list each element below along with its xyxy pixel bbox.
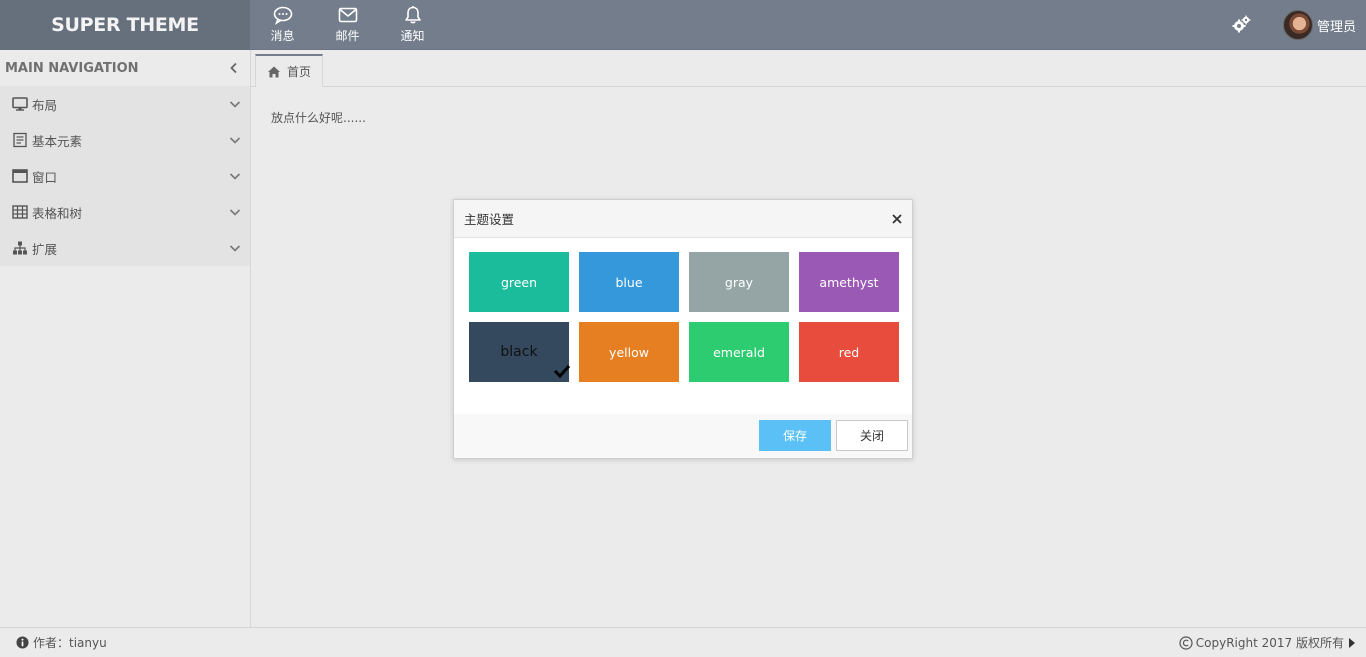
chevron-down-icon <box>229 137 241 144</box>
nav-mail-label: 邮件 <box>335 29 360 43</box>
chevron-left-icon[interactable] <box>228 62 240 74</box>
chevron-down-icon <box>229 245 241 252</box>
sidebar-item-extensions[interactable]: 扩展 <box>0 230 250 266</box>
chevron-down-icon <box>229 209 241 216</box>
top-nav: 消息 邮件 通知 <box>250 0 445 50</box>
theme-label: yellow <box>609 344 649 360</box>
user-name: 管理员 <box>1316 19 1356 35</box>
table-icon <box>12 205 28 219</box>
sidebar-item-label: 扩展 <box>32 241 58 257</box>
user-menu[interactable]: 管理员 <box>1282 10 1356 40</box>
sidebar: MAIN NAVIGATION 布局 基本元素 窗口 表格和树 扩展 <box>0 50 251 628</box>
close-button[interactable]: 关闭 <box>836 420 908 451</box>
sitemap-icon <box>13 241 27 255</box>
sidebar-item-window[interactable]: 窗口 <box>0 158 250 194</box>
content-text: 放点什么好呢...... <box>271 111 366 125</box>
home-icon <box>267 66 280 77</box>
checkmark-icon <box>553 364 571 379</box>
tab-home-label: 首页 <box>286 65 311 79</box>
dialog-footer: 保存 关闭 <box>454 414 912 458</box>
form-icon <box>13 132 27 148</box>
bell-icon <box>404 6 421 24</box>
caret-right-icon[interactable] <box>1348 637 1356 648</box>
sidebar-item-basic-elements[interactable]: 基本元素 <box>0 122 250 158</box>
dialog-header: 主题设置 <box>454 200 912 238</box>
theme-swatch-green[interactable]: green <box>469 252 569 312</box>
theme-swatch-emerald[interactable]: emerald <box>689 322 789 382</box>
close-icon[interactable] <box>892 213 902 224</box>
theme-grid: green blue gray amethyst black yellow em… <box>469 252 899 382</box>
theme-swatch-blue[interactable]: blue <box>579 252 679 312</box>
theme-label: emerald <box>713 344 765 360</box>
sidebar-item-label: 基本元素 <box>32 133 83 149</box>
copyright-icon <box>1179 635 1193 650</box>
nav-notifications[interactable]: 通知 <box>380 0 445 50</box>
theme-swatch-black[interactable]: black <box>469 322 571 382</box>
sidebar-item-label: 表格和树 <box>32 205 83 221</box>
footer-author: 作者：tianyu <box>0 634 107 651</box>
sidebar-item-label: 布局 <box>32 97 58 113</box>
gears-icon[interactable] <box>1231 15 1251 35</box>
top-header: SUPER THEME 消息 邮件 通知 管理员 <box>0 0 1366 50</box>
theme-settings-dialog: 主题设置 green blue gray amethyst black yell… <box>453 199 913 459</box>
window-icon <box>12 169 28 183</box>
avatar <box>1282 10 1313 40</box>
tab-bar: 首页 <box>251 50 1366 87</box>
tab-home[interactable]: 首页 <box>255 54 323 87</box>
monitor-icon <box>12 97 28 111</box>
theme-label: gray <box>724 274 754 290</box>
sidebar-item-layout[interactable]: 布局 <box>0 86 250 122</box>
theme-label: green <box>500 274 538 290</box>
theme-label: blue <box>615 274 643 290</box>
dialog-title: 主题设置 <box>464 212 515 227</box>
page-footer: 作者：tianyu CopyRight 2017 版权所有 <box>0 627 1366 657</box>
theme-swatch-gray[interactable]: gray <box>689 252 789 312</box>
copyright-text: CopyRight 2017 版权所有 <box>1195 636 1344 650</box>
theme-swatch-yellow[interactable]: yellow <box>579 322 679 382</box>
author-text: 作者：tianyu <box>33 636 107 650</box>
header-right: 管理员 <box>1231 0 1366 50</box>
nav-messages-label: 消息 <box>270 29 295 43</box>
theme-swatch-red[interactable]: red <box>799 322 899 382</box>
app-logo[interactable]: SUPER THEME <box>0 0 250 50</box>
sidebar-item-table-tree[interactable]: 表格和树 <box>0 194 250 230</box>
envelope-icon <box>338 7 357 23</box>
sidebar-header: MAIN NAVIGATION <box>0 50 250 86</box>
nav-notifications-label: 通知 <box>400 29 425 43</box>
chevron-down-icon <box>229 101 241 108</box>
nav-messages[interactable]: 消息 <box>250 0 315 50</box>
info-icon <box>16 636 29 649</box>
theme-label: black <box>500 344 538 360</box>
footer-copyright: CopyRight 2017 版权所有 <box>1179 634 1366 651</box>
nav-mail[interactable]: 邮件 <box>315 0 380 50</box>
theme-label: red <box>838 344 860 360</box>
theme-swatch-amethyst[interactable]: amethyst <box>799 252 899 312</box>
chat-icon <box>273 6 292 25</box>
chevron-down-icon <box>229 173 241 180</box>
sidebar-title: MAIN NAVIGATION <box>5 60 139 76</box>
theme-label: amethyst <box>819 274 879 290</box>
sidebar-item-label: 窗口 <box>32 169 58 185</box>
save-button[interactable]: 保存 <box>759 420 831 451</box>
